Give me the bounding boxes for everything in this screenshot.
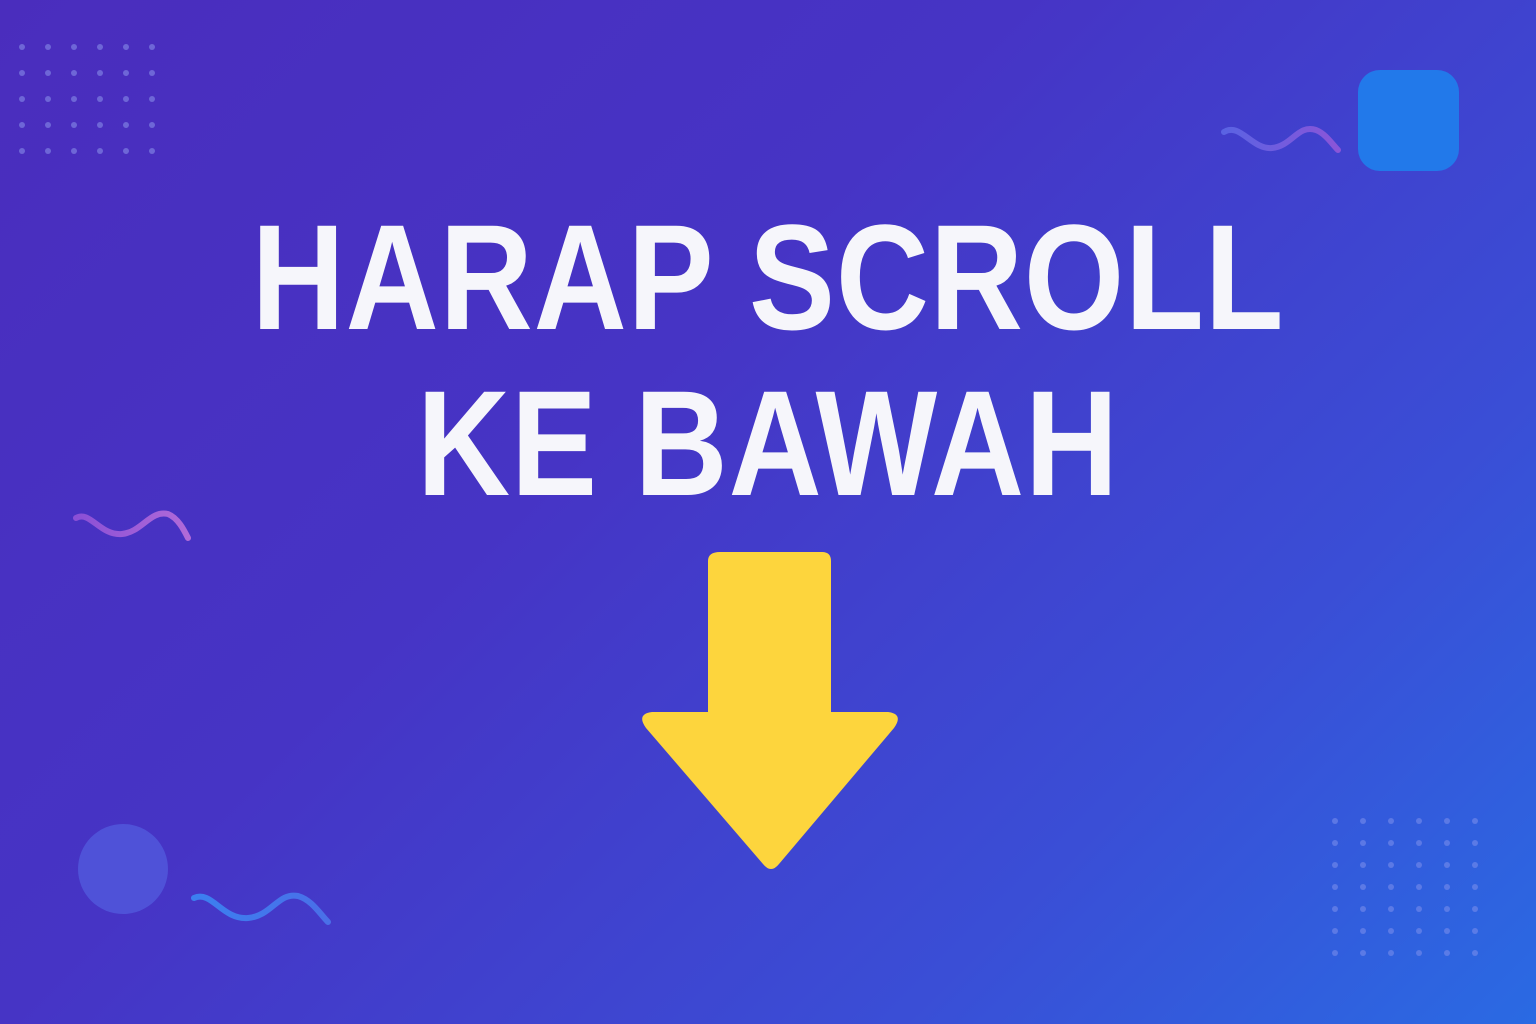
scroll-prompt-banner: HARAP SCROLL KE BAWAH (0, 0, 1536, 1024)
headline: HARAP SCROLL KE BAWAH (108, 194, 1429, 526)
rounded-square-decoration (1358, 70, 1459, 171)
headline-line-1: HARAP SCROLL (251, 193, 1285, 361)
dot-pattern-top-left (19, 44, 155, 154)
headline-line-2: KE BAWAH (416, 359, 1120, 527)
dot-pattern-bottom-right (1332, 818, 1478, 956)
wave-decoration-top-right (1221, 126, 1341, 153)
circle-decoration (78, 824, 168, 914)
arrow-down-icon (642, 552, 898, 869)
wave-decoration-bottom-left (191, 892, 331, 925)
